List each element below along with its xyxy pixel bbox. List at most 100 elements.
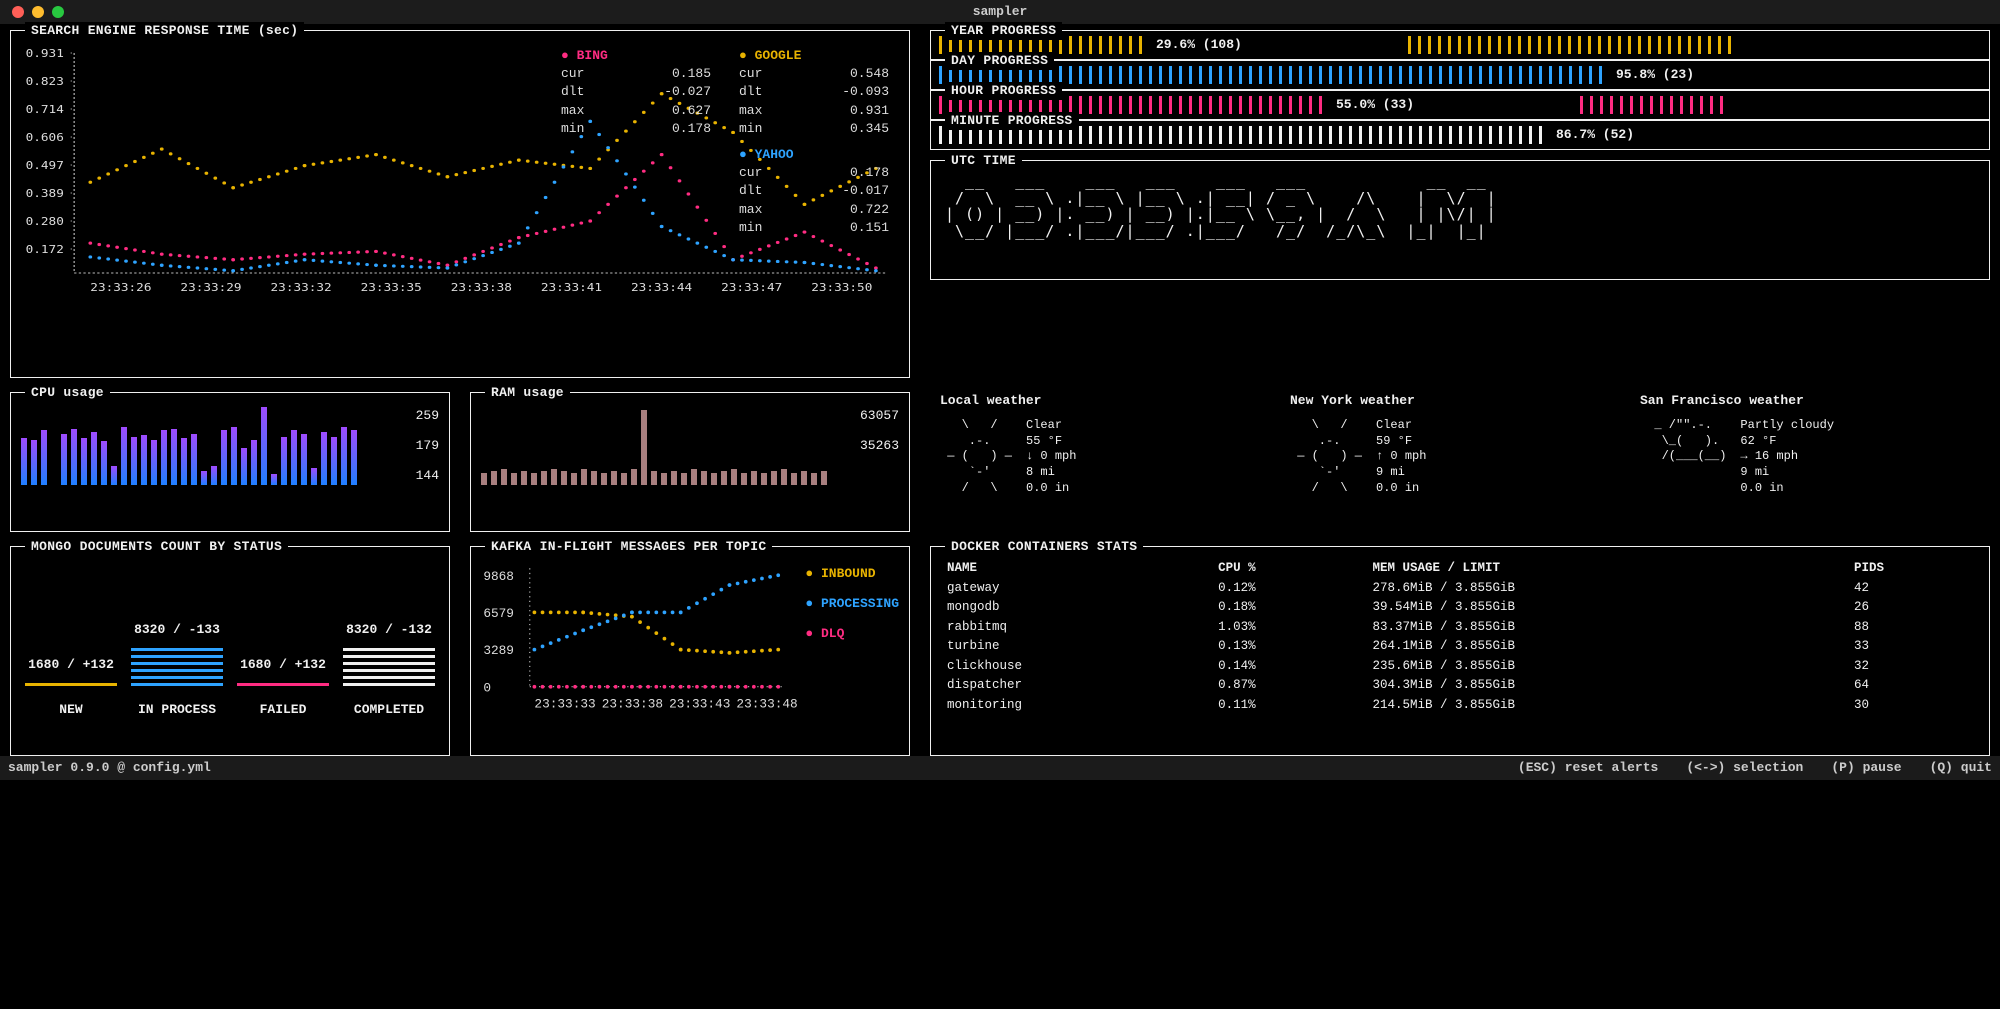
mongo-label: FAILED: [237, 701, 329, 719]
table-cell: 214.5MiB / 3.855GiB: [1366, 696, 1848, 716]
spark-value: 179: [416, 437, 439, 455]
svg-text:0.714: 0.714: [26, 103, 64, 116]
panel-title: CPU usage: [25, 384, 110, 402]
weather-line: 62 °F: [1740, 434, 1834, 450]
footer-hint: (<->) selection: [1686, 760, 1803, 775]
weather-line: 0.0 in: [1740, 481, 1834, 497]
status-bar: sampler 0.9.0 @ config.yml (ESC) reset a…: [0, 756, 2000, 780]
table-cell: 278.6MiB / 3.855GiB: [1366, 579, 1848, 599]
chart-legend: ● BING cur0.185 dlt-0.027 max0.627 min0.…: [561, 47, 889, 237]
panel-title: DAY PROGRESS: [945, 52, 1054, 70]
mongo-column: 1680 / +132 FAILED: [237, 651, 329, 719]
panel-title: HOUR PROGRESS: [945, 82, 1062, 100]
panel-title: SEARCH ENGINE RESPONSE TIME (sec): [25, 22, 304, 40]
progress-label: 29.6% (108): [1156, 36, 1242, 54]
progress-label: 86.7% (52): [1556, 126, 1634, 144]
legend-series: ● PROCESSING: [805, 595, 899, 613]
weather-icon: _ /"".-. \_( ). /(___(__): [1640, 418, 1726, 496]
table-header: MEM USAGE / LIMIT: [1366, 559, 1848, 579]
panel-title: KAFKA IN-FLIGHT MESSAGES PER TOPIC: [485, 538, 772, 556]
svg-text:23:33:38: 23:33:38: [451, 281, 512, 294]
title-bar: sampler: [0, 0, 2000, 24]
maximize-icon[interactable]: [52, 6, 64, 18]
weather-line: 0.0 in: [1376, 481, 1426, 497]
svg-text:0.389: 0.389: [26, 187, 64, 200]
weather-title: Local weather: [940, 392, 1280, 410]
panel-title: DOCKER CONTAINERS STATS: [945, 538, 1143, 556]
svg-text:23:33:29: 23:33:29: [180, 281, 241, 294]
window-title: sampler: [973, 3, 1028, 21]
weather-card: New York weather \ / .-. ― ( ) ― `-' / \…: [1290, 392, 1630, 496]
ascii-clock: __ ___ ___ ___ ___ ___ __ __ / \ __ \ .|…: [941, 173, 1979, 239]
docker-panel: DOCKER CONTAINERS STATS NAMECPU %MEM USA…: [930, 546, 1990, 756]
table-cell: turbine: [941, 637, 1212, 657]
spark-value: 144: [416, 467, 439, 485]
table-row: turbine0.13%264.1MiB / 3.855GiB33: [941, 637, 1979, 657]
legend-series: ● GOOGLE: [739, 47, 889, 65]
table-cell: 39.54MiB / 3.855GiB: [1366, 598, 1848, 618]
panel-title: RAM usage: [485, 384, 570, 402]
table-row: rabbitmq1.03%83.37MiB / 3.855GiB88: [941, 618, 1979, 638]
weather-line: 0.0 in: [1026, 481, 1076, 497]
weather-line: ↑ 0 mph: [1376, 449, 1426, 465]
minimize-icon[interactable]: [32, 6, 44, 18]
svg-text:23:33:44: 23:33:44: [631, 281, 692, 294]
mongo-value: 8320 / -132: [343, 621, 435, 639]
svg-text:23:33:43: 23:33:43: [669, 697, 730, 712]
svg-text:0.823: 0.823: [26, 75, 64, 88]
table-row: monitoring0.11%214.5MiB / 3.855GiB30: [941, 696, 1979, 716]
table-cell: gateway: [941, 579, 1212, 599]
weather-card: San Francisco weather _ /"".-. \_( ). /(…: [1640, 392, 1980, 496]
kafka-panel: KAFKA IN-FLIGHT MESSAGES PER TOPIC 98686…: [470, 546, 910, 756]
svg-text:23:33:26: 23:33:26: [90, 281, 151, 294]
svg-text:0.172: 0.172: [26, 243, 64, 256]
mongo-panel: MONGO DOCUMENTS COUNT BY STATUS 1680 / +…: [10, 546, 450, 756]
mongo-value: 1680 / +132: [237, 656, 329, 674]
mongo-label: NEW: [25, 701, 117, 719]
table-row: clickhouse0.14%235.6MiB / 3.855GiB32: [941, 657, 1979, 677]
mongo-label: COMPLETED: [343, 701, 435, 719]
mongo-column: 8320 / -132 COMPLETED: [343, 616, 435, 719]
table-cell: 26: [1848, 598, 1979, 618]
table-row: gateway0.12%278.6MiB / 3.855GiB42: [941, 579, 1979, 599]
panel-title: MONGO DOCUMENTS COUNT BY STATUS: [25, 538, 288, 556]
progress-clock-stack: YEAR PROGRESS 29.6% (108) DAY PROGRESS 9…: [930, 30, 1990, 378]
spark-value: 63057: [860, 407, 899, 425]
svg-text:23:33:38: 23:33:38: [602, 697, 663, 712]
weather-line: 8 mi: [1026, 465, 1076, 481]
table-cell: 0.87%: [1212, 676, 1366, 696]
footer-hint: (P) pause: [1831, 760, 1901, 775]
svg-text:23:33:47: 23:33:47: [721, 281, 782, 294]
legend-series: ● YAHOO: [739, 146, 889, 164]
weather-line: 9 mi: [1740, 465, 1834, 481]
table-cell: 83.37MiB / 3.855GiB: [1366, 618, 1848, 638]
table-cell: 32: [1848, 657, 1979, 677]
svg-text:23:33:41: 23:33:41: [541, 281, 602, 294]
progress-bar: YEAR PROGRESS 29.6% (108): [930, 30, 1990, 60]
table-cell: monitoring: [941, 696, 1212, 716]
svg-text:0.280: 0.280: [26, 215, 64, 228]
weather-line: 9 mi: [1376, 465, 1426, 481]
weather-line: ↓ 0 mph: [1026, 449, 1076, 465]
weather-line: 55 °F: [1026, 434, 1076, 450]
status-left: sampler 0.9.0 @ config.yml: [8, 759, 211, 777]
table-cell: 64: [1848, 676, 1979, 696]
table-cell: dispatcher: [941, 676, 1212, 696]
weather-line: Partly cloudy: [1740, 418, 1834, 434]
svg-text:6579: 6579: [483, 606, 514, 621]
table-cell: 0.14%: [1212, 657, 1366, 677]
legend-series: ● BING: [561, 47, 711, 65]
panel-title: UTC TIME: [945, 152, 1022, 170]
table-cell: clickhouse: [941, 657, 1212, 677]
spark-value: 259: [416, 407, 439, 425]
table-cell: 264.1MiB / 3.855GiB: [1366, 637, 1848, 657]
cpu-usage-panel: CPU usage 259179144: [10, 392, 450, 532]
weather-line: → 16 mph: [1740, 449, 1834, 465]
table-header: PIDS: [1848, 559, 1979, 579]
close-icon[interactable]: [12, 6, 24, 18]
mongo-column: 1680 / +132 NEW: [25, 651, 117, 719]
weather-title: New York weather: [1290, 392, 1630, 410]
legend-series: ● INBOUND: [805, 565, 899, 583]
table-cell: 30: [1848, 696, 1979, 716]
progress-bar: MINUTE PROGRESS 86.7% (52): [930, 120, 1990, 150]
